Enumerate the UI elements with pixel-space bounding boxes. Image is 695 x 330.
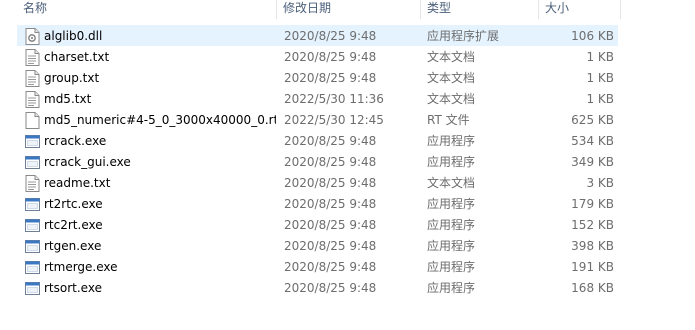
file-row[interactable]: readme.txt 2020/8/25 9:48 文本文档 3 KB <box>17 172 618 193</box>
file-type: RT 文件 <box>427 113 470 127</box>
column-header-size[interactable]: 大小 <box>539 0 621 19</box>
file-name: md5_numeric#4-5_0_3000x40000_0.rt <box>44 113 276 127</box>
file-row[interactable]: rcrack.exe 2020/8/25 9:48 应用程序 534 KB <box>17 130 618 151</box>
exe-icon <box>25 154 40 171</box>
file-type: 应用程序 <box>427 134 476 148</box>
file-date-modified: 2020/8/25 9:48 <box>284 176 377 190</box>
file-size: 106 KB <box>571 29 614 43</box>
column-header-date-modified[interactable]: 修改日期 <box>277 0 421 19</box>
file-name: readme.txt <box>44 176 111 190</box>
exe-icon <box>25 217 40 234</box>
exe-icon <box>25 196 40 213</box>
file-type: 应用程序扩展 <box>427 29 500 43</box>
file-row[interactable]: charset.txt 2020/8/25 9:48 文本文档 1 KB <box>17 46 618 67</box>
text-file-icon <box>25 70 40 87</box>
file-size: 349 KB <box>571 155 614 169</box>
text-file-icon <box>25 49 40 66</box>
file-type: 文本文档 <box>427 92 476 106</box>
file-row[interactable]: rtc2rt.exe 2020/8/25 9:48 应用程序 152 KB <box>17 214 618 235</box>
exe-icon <box>25 280 40 297</box>
file-row[interactable]: rtmerge.exe 2020/8/25 9:48 应用程序 191 KB <box>17 256 618 277</box>
file-row[interactable]: rtsort.exe 2020/8/25 9:48 应用程序 168 KB <box>17 277 618 298</box>
dll-icon <box>25 28 40 45</box>
column-header-name[interactable]: 名称 <box>17 0 277 19</box>
file-row[interactable]: rt2rtc.exe 2020/8/25 9:48 应用程序 179 KB <box>17 193 618 214</box>
file-row[interactable]: rcrack_gui.exe 2020/8/25 9:48 应用程序 349 KB <box>17 151 618 172</box>
file-name: charset.txt <box>44 50 110 64</box>
file-type: 应用程序 <box>427 218 476 232</box>
file-date-modified: 2022/5/30 12:45 <box>284 113 384 127</box>
file-size: 1 KB <box>586 71 614 85</box>
file-size: 534 KB <box>571 134 614 148</box>
file-type: 文本文档 <box>427 50 476 64</box>
exe-icon <box>25 259 40 276</box>
file-row[interactable]: alglib0.dll 2020/8/25 9:48 应用程序扩展 106 KB <box>17 25 618 46</box>
file-date-modified: 2020/8/25 9:48 <box>284 50 377 64</box>
file-row[interactable]: rtgen.exe 2020/8/25 9:48 应用程序 398 KB <box>17 235 618 256</box>
file-name: group.txt <box>44 71 100 85</box>
file-name: rcrack_gui.exe <box>44 155 131 169</box>
file-type: 应用程序 <box>427 197 476 211</box>
column-header-type[interactable]: 类型 <box>421 0 539 19</box>
file-type: 应用程序 <box>427 260 476 274</box>
text-file-icon <box>25 175 40 192</box>
file-type: 应用程序 <box>427 239 476 253</box>
file-size: 191 KB <box>571 260 614 274</box>
file-date-modified: 2020/8/25 9:48 <box>284 281 377 295</box>
file-date-modified: 2020/8/25 9:48 <box>284 134 377 148</box>
file-date-modified: 2020/8/25 9:48 <box>284 71 377 85</box>
file-date-modified: 2020/8/25 9:48 <box>284 218 377 232</box>
file-type: 文本文档 <box>427 176 476 190</box>
file-type: 应用程序 <box>427 281 476 295</box>
file-size: 179 KB <box>571 197 614 211</box>
file-size: 3 KB <box>586 176 614 190</box>
file-name: rcrack.exe <box>44 134 107 148</box>
file-row[interactable]: md5_numeric#4-5_0_3000x40000_0.rt 2022/5/… <box>17 109 618 130</box>
file-name: md5.txt <box>44 92 92 106</box>
file-name: rtc2rt.exe <box>44 218 103 232</box>
file-date-modified: 2020/8/25 9:48 <box>284 155 377 169</box>
exe-icon <box>25 238 40 255</box>
file-row[interactable]: md5.txt 2022/5/30 11:36 文本文档 1 KB <box>17 88 618 109</box>
file-size: 1 KB <box>586 92 614 106</box>
file-date-modified: 2020/8/25 9:48 <box>284 239 377 253</box>
file-size: 152 KB <box>571 218 614 232</box>
file-date-modified: 2020/8/25 9:48 <box>284 197 377 211</box>
column-header-bar: 名称 修改日期 类型 大小 <box>0 0 695 19</box>
file-name: alglib0.dll <box>44 29 103 43</box>
file-type: 应用程序 <box>427 155 476 169</box>
text-file-icon <box>25 91 40 108</box>
file-row[interactable]: group.txt 2020/8/25 9:48 文本文档 1 KB <box>17 67 618 88</box>
file-name: rtsort.exe <box>44 281 102 295</box>
file-name: rt2rtc.exe <box>44 197 103 211</box>
file-size: 625 KB <box>571 113 614 127</box>
file-date-modified: 2022/5/30 11:36 <box>284 92 384 106</box>
exe-icon <box>25 133 40 150</box>
file-date-modified: 2020/8/25 9:48 <box>284 260 377 274</box>
file-size: 168 KB <box>571 281 614 295</box>
file-name: rtmerge.exe <box>44 260 118 274</box>
file-size: 1 KB <box>586 50 614 64</box>
file-name: rtgen.exe <box>44 239 102 253</box>
file-date-modified: 2020/8/25 9:48 <box>284 29 377 43</box>
file-size: 398 KB <box>571 239 614 253</box>
rt-file-icon <box>25 112 40 129</box>
file-type: 文本文档 <box>427 71 476 85</box>
